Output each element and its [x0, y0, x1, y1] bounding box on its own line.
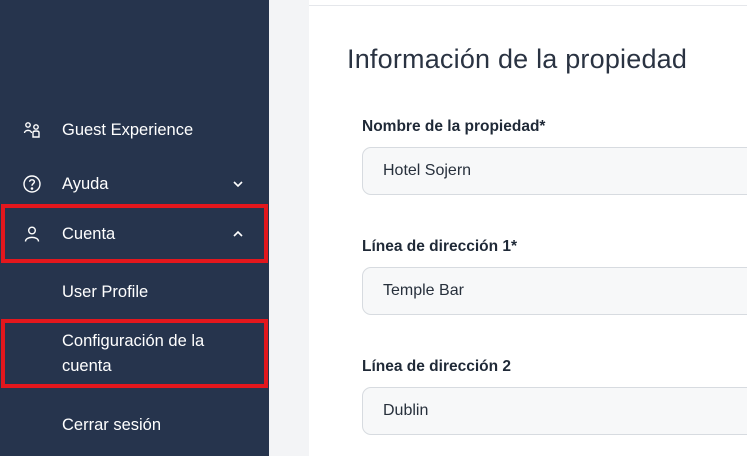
sidebar-item-label: Ayuda	[62, 174, 109, 193]
address-line-2-input[interactable]	[362, 387, 747, 435]
property-name-label: Nombre de la propiedad*	[362, 118, 546, 135]
chevron-down-icon[interactable]	[230, 176, 246, 192]
sidebar-item-label: Cerrar sesión	[62, 415, 162, 434]
sidebar-item-label: Guest Experience	[62, 120, 194, 139]
sidebar-item-label: Configuración de la cuenta	[62, 331, 205, 375]
page-title: Información de la propiedad	[347, 44, 688, 74]
sidebar-item-cuenta[interactable]: Cuenta	[0, 205, 269, 263]
help-circle-icon	[22, 174, 42, 194]
app-window: Guest Experience Ayuda Cuenta User Profi…	[0, 0, 747, 456]
sidebar-item-label: Cuenta	[62, 224, 116, 243]
address-line-1-input[interactable]	[362, 267, 747, 315]
sidebar-item-guest-experience[interactable]: Guest Experience	[0, 115, 269, 145]
sidebar-item-label: User Profile	[62, 282, 149, 301]
sidebar-item-user-profile[interactable]: User Profile	[0, 277, 269, 307]
address-line-2-label: Línea de dirección 2	[362, 358, 512, 375]
property-name-input[interactable]	[362, 147, 747, 195]
user-icon	[22, 224, 42, 244]
sidebar-item-account-settings[interactable]: Configuración de la cuenta	[0, 320, 269, 387]
address-line-1-label: Línea de dirección 1*	[362, 238, 518, 255]
sidebar-item-logout[interactable]: Cerrar sesión	[0, 410, 269, 440]
people-icon	[22, 120, 42, 140]
sidebar-item-ayuda[interactable]: Ayuda	[0, 169, 269, 199]
chevron-up-icon[interactable]	[230, 226, 246, 242]
